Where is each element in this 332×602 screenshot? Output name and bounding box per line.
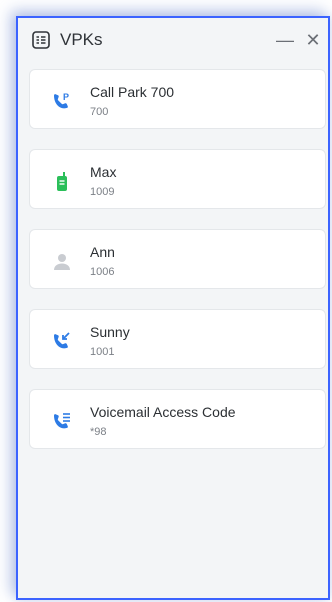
- call-pickup-icon: [54, 332, 70, 349]
- list-grid-icon: [32, 31, 50, 49]
- vpk-card-ann[interactable]: Ann 1006: [29, 229, 326, 289]
- vpk-name: Sunny: [90, 324, 130, 340]
- vpk-card-max[interactable]: Max 1009: [29, 149, 326, 209]
- title-bar: VPKs — ✕: [18, 18, 328, 64]
- vpk-card-sunny[interactable]: Sunny 1001: [29, 309, 326, 369]
- minimize-button[interactable]: —: [274, 28, 296, 52]
- vpks-window: VPKs — ✕ P Call Park 700 700 Max 1009 An…: [16, 16, 330, 600]
- vpk-number: 700: [90, 106, 109, 118]
- window-title: VPKs: [60, 30, 103, 49]
- vpk-name: Voicemail Access Code: [90, 404, 236, 420]
- vpk-number: *98: [90, 426, 107, 438]
- vpk-card-voicemail[interactable]: Voicemail Access Code *98: [29, 389, 326, 449]
- vpk-number: 1001: [90, 346, 115, 358]
- close-button[interactable]: ✕: [302, 28, 324, 52]
- vpk-name: Ann: [90, 244, 115, 260]
- walkie-talkie-icon: [57, 172, 67, 191]
- vpk-name: Max: [90, 164, 117, 180]
- contact-person-icon: [54, 254, 70, 270]
- voicemail-icon: [54, 413, 70, 429]
- vpk-card-call-park[interactable]: P Call Park 700 700: [29, 69, 326, 129]
- vpk-number: 1006: [90, 266, 115, 278]
- call-park-icon: P: [54, 92, 69, 109]
- vpk-number: 1009: [90, 186, 115, 198]
- vpk-name: Call Park 700: [90, 84, 175, 100]
- svg-text:P: P: [63, 92, 69, 102]
